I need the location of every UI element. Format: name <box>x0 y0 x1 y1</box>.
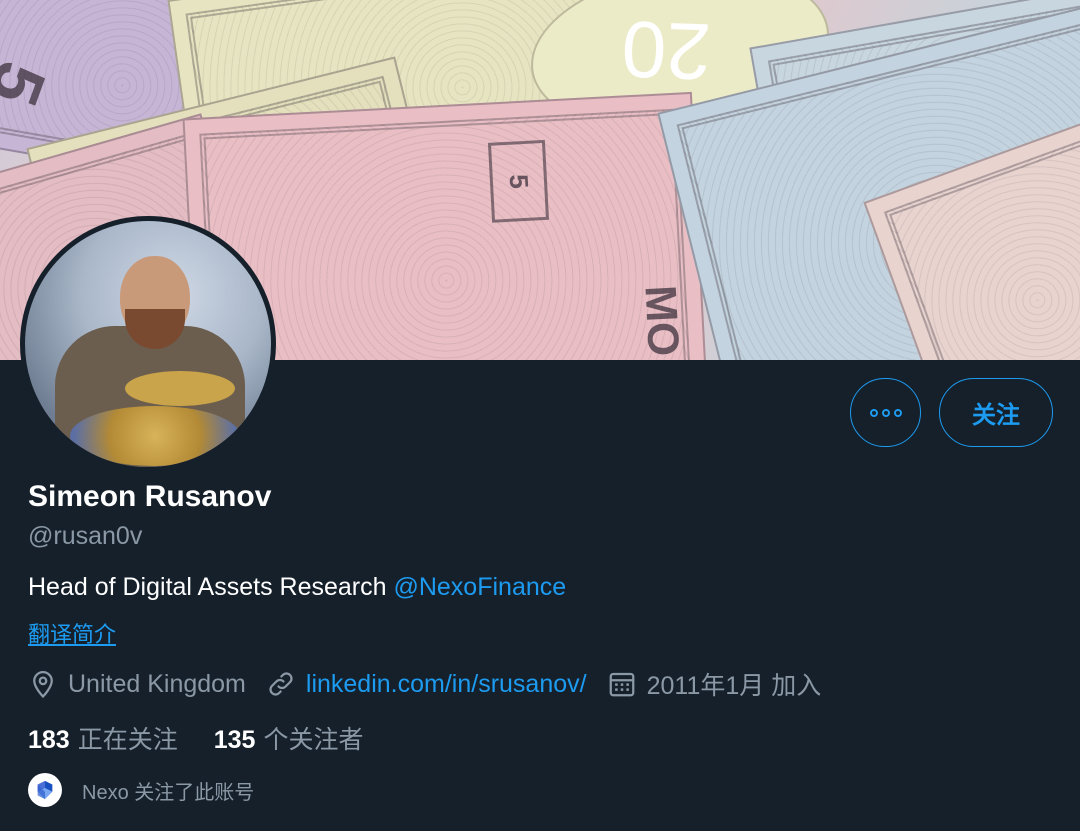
follow-button[interactable]: 关注 <box>939 378 1053 447</box>
location-pin-icon <box>33 671 53 699</box>
avatar-lamp <box>125 371 235 406</box>
bio-mention-link[interactable]: @NexoFinance <box>393 573 566 601</box>
nexo-logo-icon <box>28 773 62 807</box>
joined-text: 2011年1月 加入 <box>646 672 822 700</box>
profile-name: Simeon Rusanov <box>28 480 272 513</box>
profile-handle: @rusan0v <box>28 522 143 550</box>
location-text: United Kingdom <box>68 669 246 698</box>
joined-item: 2011年1月 加入 <box>607 666 822 702</box>
website-item: linkedin.com/in/srusanov/ <box>266 669 587 699</box>
following-count: 183 <box>28 726 70 754</box>
following-stat[interactable]: 183 正在关注 <box>28 720 178 756</box>
link-icon <box>269 672 293 696</box>
more-icon <box>869 408 902 417</box>
followed-by[interactable]: Nexo 关注了此账号 <box>28 773 254 807</box>
location-item: United Kingdom <box>28 669 246 699</box>
following-label: 正在关注 <box>77 726 178 754</box>
banknote-label: 5 <box>487 139 550 224</box>
profile-avatar[interactable] <box>20 216 276 472</box>
profile-bio: Head of Digital Assets Research @NexoFin… <box>28 573 566 602</box>
banknote-label: MO <box>635 284 689 358</box>
calendar-icon <box>609 672 634 697</box>
avatar-gold-coins <box>70 406 240 466</box>
followed-by-text: Nexo 关注了此账号 <box>82 781 255 804</box>
more-options-button[interactable] <box>850 378 921 447</box>
followers-count: 135 <box>213 726 256 754</box>
website-link[interactable]: linkedin.com/in/srusanov/ <box>306 670 587 699</box>
translate-bio-link[interactable]: 翻译简介 <box>28 617 116 649</box>
followers-stat[interactable]: 135 个关注者 <box>214 720 364 756</box>
banknote-label: 20 <box>620 4 713 97</box>
bio-text: Head of Digital Assets Research <box>28 573 394 601</box>
followers-label: 个关注者 <box>263 726 364 754</box>
profile-meta: United Kingdom linkedin.com/in/srusanov/… <box>28 666 841 702</box>
profile-stats: 183 正在关注 135 个关注者 <box>28 720 399 756</box>
